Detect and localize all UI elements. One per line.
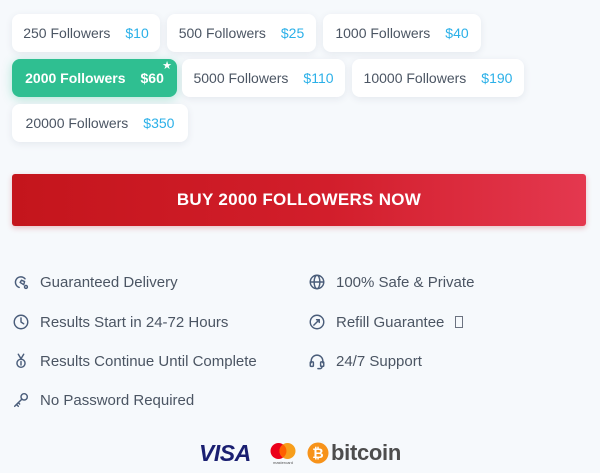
bitcoin-wordmark: bitcoin	[331, 440, 402, 465]
clock-icon	[11, 312, 31, 332]
buy-now-button[interactable]: BUY 2000 FOLLOWERS NOW	[12, 174, 586, 226]
package-option-2000[interactable]: 2000 Followers $60 ★	[12, 59, 177, 97]
payment-methods: VISA mastercard ₿ bitcoin	[0, 436, 600, 468]
headset-icon	[307, 351, 327, 371]
package-quantity: 20000 Followers	[25, 115, 129, 131]
package-price: $110	[303, 70, 334, 86]
package-quantity: 1000 Followers	[335, 25, 431, 41]
feature-item: Guaranteed Delivery	[11, 271, 178, 293]
feature-label: Refill Guarantee	[336, 313, 445, 331]
bitcoin-icon: ₿	[307, 442, 329, 464]
star-icon: ★	[162, 60, 172, 72]
svg-text:₿: ₿	[312, 445, 323, 461]
package-selector: 250 Followers $10 500 Followers $25 1000…	[0, 0, 600, 150]
package-quantity: 5000 Followers	[193, 70, 289, 86]
feature-label: 100% Safe & Private	[336, 273, 475, 291]
buy-button-label: BUY 2000 FOLLOWERS NOW	[176, 190, 422, 209]
package-price: $60	[140, 70, 164, 86]
feature-item: Results Start in 24-72 Hours	[11, 311, 228, 333]
feature-list: Guaranteed Delivery 100% Safe & Private …	[0, 262, 600, 422]
package-price: $10	[125, 25, 149, 41]
package-price: $25	[280, 25, 305, 41]
feature-label: 24/7 Support	[336, 352, 422, 370]
visa-logo: VISA	[199, 440, 251, 466]
package-option-500[interactable]: 500 Followers $25	[167, 14, 316, 52]
mastercard-wordmark: mastercard	[272, 460, 293, 465]
feature-label: Results Start in 24-72 Hours	[40, 313, 229, 331]
package-quantity: 2000 Followers	[25, 70, 126, 86]
package-quantity: 250 Followers	[23, 25, 111, 41]
package-option-5000[interactable]: 5000 Followers $110	[182, 59, 345, 97]
feature-item: Refill Guarantee	[307, 311, 464, 333]
feature-label: Results Continue Until Complete	[40, 352, 257, 370]
mastercard-logo: mastercard	[268, 442, 298, 468]
package-quantity: 10000 Followers	[363, 70, 467, 86]
key-icon	[11, 390, 31, 410]
medal-icon	[11, 351, 31, 371]
package-price: $350	[143, 115, 175, 131]
feature-item: Results Continue Until Complete	[11, 350, 257, 372]
package-price: $190	[481, 70, 513, 86]
package-quantity: 500 Followers	[178, 25, 266, 41]
package-price: $40	[445, 25, 469, 41]
info-icon[interactable]	[455, 316, 464, 328]
package-option-1000[interactable]: 1000 Followers $40	[323, 14, 481, 52]
feature-item: 24/7 Support	[307, 350, 422, 372]
package-option-10000[interactable]: 10000 Followers $190	[352, 59, 524, 97]
bitcoin-logo: ₿ bitcoin	[307, 440, 401, 466]
globe-icon	[307, 272, 327, 292]
feature-item: No Password Required	[11, 389, 194, 411]
package-option-20000[interactable]: 20000 Followers $350	[12, 104, 188, 142]
delivery-icon	[11, 272, 31, 292]
refill-icon	[307, 312, 327, 332]
feature-label: No Password Required	[40, 391, 195, 409]
feature-item: 100% Safe & Private	[307, 271, 474, 293]
feature-label: Guaranteed Delivery	[40, 273, 178, 291]
package-option-250[interactable]: 250 Followers $10	[12, 14, 160, 52]
